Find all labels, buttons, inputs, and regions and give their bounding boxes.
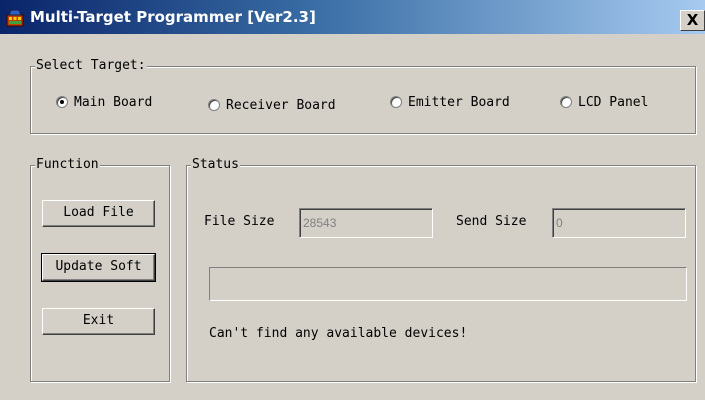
status-message: Can't find any available devices! — [209, 326, 468, 341]
radio-unselected-icon — [560, 96, 572, 108]
load-file-button[interactable]: Load File — [42, 200, 155, 227]
radio-label: Main Board — [74, 94, 153, 110]
app-icon — [6, 9, 24, 27]
radio-main-board[interactable]: Main Board — [56, 93, 152, 111]
radio-label: Receiver Board — [226, 97, 336, 113]
title-bar: Multi-Target Programmer [Ver2.3] X — [0, 0, 705, 34]
function-legend: Function — [35, 157, 100, 173]
file-size-label: File Size — [204, 214, 275, 229]
window-title: Multi-Target Programmer [Ver2.3] — [30, 8, 316, 26]
radio-unselected-icon — [208, 99, 220, 111]
radio-unselected-icon — [390, 96, 402, 108]
radio-selected-icon — [56, 96, 68, 108]
close-icon: X — [686, 11, 699, 29]
function-group: Function Load File Update Soft Exit — [30, 157, 170, 382]
radio-label: LCD Panel — [578, 94, 649, 110]
file-size-field: 28543 — [299, 208, 433, 238]
radio-lcd-panel[interactable]: LCD Panel — [560, 93, 648, 111]
progress-bar — [209, 267, 687, 301]
status-group: Status File Size 28543 Send Size 0 Can't… — [186, 157, 696, 382]
send-size-field: 0 — [552, 208, 686, 238]
status-legend: Status — [191, 157, 240, 173]
update-soft-button[interactable]: Update Soft — [41, 253, 156, 282]
close-button[interactable]: X — [680, 10, 705, 31]
select-target-group: Select Target: Main Board Receiver Board… — [30, 58, 696, 134]
exit-button[interactable]: Exit — [42, 308, 155, 335]
select-target-legend: Select Target: — [35, 58, 147, 74]
radio-receiver-board[interactable]: Receiver Board — [208, 96, 336, 114]
radio-emitter-board[interactable]: Emitter Board — [390, 93, 510, 111]
radio-label: Emitter Board — [408, 94, 510, 110]
send-size-label: Send Size — [456, 214, 527, 229]
